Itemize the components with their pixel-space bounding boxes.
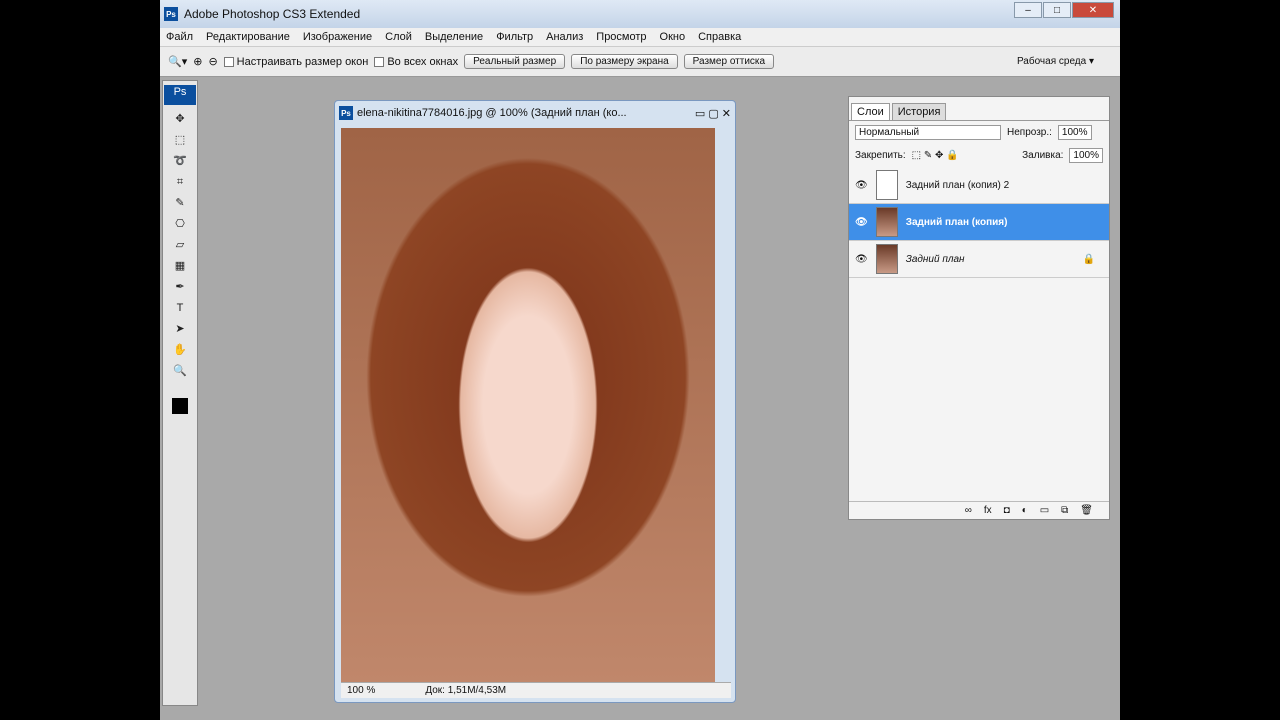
- gradient-tool-icon[interactable]: ▦: [171, 259, 189, 273]
- path-select-icon[interactable]: ➤: [171, 322, 189, 336]
- zoom-in-icon[interactable]: ⊕: [193, 55, 202, 68]
- workspace-menu[interactable]: Рабочая среда ▾: [1017, 56, 1094, 67]
- type-tool-icon[interactable]: T: [171, 301, 189, 315]
- document-icon: Ps: [339, 106, 353, 120]
- menu-analysis[interactable]: Анализ: [546, 31, 583, 43]
- zoom-tool-icon[interactable]: 🔍▾: [168, 55, 187, 68]
- clone-tool-icon[interactable]: ⎔: [171, 217, 189, 231]
- blend-mode-select[interactable]: Нормальный: [855, 125, 1001, 140]
- zoom-level[interactable]: 100 %: [347, 685, 375, 696]
- menu-view[interactable]: Просмотр: [596, 31, 646, 43]
- print-size-button[interactable]: Размер оттиска: [683, 54, 775, 69]
- close-button[interactable]: ✕: [1072, 2, 1114, 18]
- opacity-field[interactable]: 100%: [1057, 125, 1092, 140]
- lock-icons[interactable]: ⬚ ✎ ✥ 🔒: [912, 150, 959, 161]
- layer-row[interactable]: 👁 Задний план 🔒: [849, 241, 1109, 278]
- brush-tool-icon[interactable]: ✎: [171, 196, 189, 210]
- layer-row[interactable]: 👁 Задний план (копия) 2: [849, 167, 1109, 204]
- layer-name: Задний план (копия) 2: [905, 179, 1010, 191]
- fill-field[interactable]: 100%: [1069, 148, 1103, 163]
- options-bar: 🔍▾ ⊕ ⊖ Настраивать размер окон Во всех окн…: [160, 47, 1120, 77]
- document-title: elena-nikitina7784016.jpg @ 100% (Задний…: [357, 107, 627, 119]
- lasso-tool-icon[interactable]: ➰: [171, 154, 189, 168]
- eraser-tool-icon[interactable]: ▱: [171, 238, 189, 252]
- menu-edit[interactable]: Редактирование: [206, 31, 290, 43]
- menu-bar: Файл Редактирование Изображение Слой Выделен…: [160, 28, 1120, 47]
- menu-window[interactable]: Окно: [660, 31, 686, 43]
- zoom-out-icon[interactable]: ⊖: [208, 55, 217, 68]
- maximize-button[interactable]: □: [1043, 2, 1071, 18]
- fx-icon[interactable]: fx: [984, 505, 992, 516]
- layer-name: Задний план: [905, 253, 965, 265]
- mask-icon[interactable]: ◘: [1004, 505, 1010, 516]
- menu-filter[interactable]: Фильтр: [496, 31, 533, 43]
- adjustment-icon[interactable]: ◐: [1022, 505, 1028, 516]
- actual-pixels-button[interactable]: Реальный размер: [464, 54, 566, 69]
- pen-tool-icon[interactable]: ✒: [171, 280, 189, 294]
- menu-image[interactable]: Изображение: [303, 31, 372, 43]
- crop-tool-icon[interactable]: ⌗: [171, 175, 189, 189]
- title-bar: Ps Adobe Photoshop CS3 Extended – □ ✕: [160, 0, 1120, 28]
- tab-history[interactable]: История: [891, 103, 947, 120]
- app-title: Adobe Photoshop CS3 Extended: [184, 7, 361, 21]
- layer-thumbnail: [875, 207, 898, 237]
- resize-windows-checkbox[interactable]: Настраивать размер окон: [223, 56, 368, 68]
- document-window-buttons[interactable]: ▭ ▢ ✕: [695, 107, 731, 120]
- eye-icon[interactable]: 👁: [855, 217, 868, 228]
- link-icon[interactable]: ∞: [965, 505, 972, 516]
- menu-help[interactable]: Справка: [698, 31, 741, 43]
- fill-label: Заливка:: [1022, 150, 1064, 161]
- foreground-color-swatch[interactable]: [172, 398, 188, 414]
- minimize-button[interactable]: –: [1014, 2, 1042, 18]
- document-window: Ps elena-nikitina7784016.jpg @ 100% (Задн…: [334, 100, 736, 703]
- status-bar: 100 % Док: 1,51M/4,53M: [341, 682, 731, 698]
- menu-layer[interactable]: Слой: [385, 31, 412, 43]
- doc-info: Док: 1,51M/4,53M: [425, 685, 507, 696]
- eye-icon[interactable]: 👁: [855, 180, 868, 191]
- hand-tool-icon[interactable]: ✋: [171, 343, 189, 357]
- zoom-tool-icon[interactable]: 🔍: [171, 364, 189, 378]
- lock-label: Закрепить:: [855, 150, 906, 161]
- tools-panel: Ps ✥ ⬚ ➰ ⌗ ✎ ⎔ ▱ ▦ ✒ T ➤ ✋ 🔍: [162, 80, 198, 706]
- marquee-tool-icon[interactable]: ⬚: [171, 133, 189, 147]
- photoshop-window: Ps Adobe Photoshop CS3 Extended – □ ✕ Файл Р…: [160, 0, 1120, 720]
- folder-icon[interactable]: ▭: [1040, 505, 1049, 516]
- move-tool-icon[interactable]: ✥: [171, 112, 189, 126]
- menu-select[interactable]: Выделение: [425, 31, 483, 43]
- eye-icon[interactable]: 👁: [855, 254, 868, 265]
- tab-layers[interactable]: Слои: [851, 103, 890, 120]
- layer-actions: ∞ fx ◘ ◐ ▭ ⧉ 🗑: [849, 501, 1109, 519]
- canvas-image[interactable]: [341, 128, 715, 682]
- trash-icon[interactable]: 🗑: [1080, 505, 1093, 516]
- layer-thumbnail: [875, 170, 898, 200]
- layer-row[interactable]: 👁 Задний план (копия): [849, 204, 1109, 241]
- opacity-label: Непрозр.:: [1007, 127, 1052, 138]
- app-icon: Ps: [164, 7, 178, 21]
- fit-screen-button[interactable]: По размеру экрана: [571, 54, 678, 69]
- layer-name: Задний план (копия): [905, 216, 1008, 228]
- layer-thumbnail: [875, 244, 898, 274]
- menu-file[interactable]: Файл: [166, 31, 193, 43]
- lock-icon: 🔒: [1082, 253, 1095, 265]
- ps-logo-icon: Ps: [164, 85, 196, 105]
- new-layer-icon[interactable]: ⧉: [1061, 505, 1068, 516]
- all-windows-checkbox[interactable]: Во всех окнах: [374, 56, 458, 68]
- layers-panel: Слои История Нормальный Непрозр.: 100% Закр…: [848, 96, 1110, 520]
